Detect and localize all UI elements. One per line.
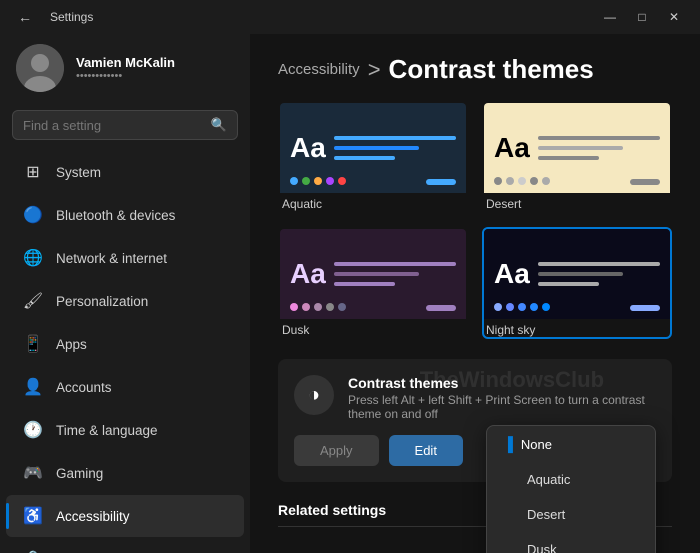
back-button[interactable]: ←	[10, 5, 40, 29]
sidebar: Vamien McKalin •••••••••••• 🔍 ⊞ System 🔵 Bl…	[0, 34, 250, 553]
theme-aa-dusk: Aa	[290, 258, 326, 290]
nav-label: Personalization	[56, 294, 148, 309]
theme-aa-desert: Aa	[494, 132, 530, 164]
breadcrumb-separator: >	[368, 57, 381, 83]
personalization-icon: 🖌	[22, 290, 44, 312]
apply-button[interactable]: Apply	[294, 435, 379, 466]
sidebar-item-personalization[interactable]: 🖌 Personalization	[6, 280, 244, 322]
titlebar: ← Settings — □ ✕	[0, 0, 700, 34]
nav-label: System	[56, 165, 101, 180]
theme-label-desert: Desert	[484, 197, 670, 211]
contrast-controls: Apply Edit ▐NoneAquaticDesertDuskNight s…	[294, 435, 656, 466]
edit-button[interactable]: Edit	[389, 435, 463, 466]
avatar	[16, 44, 64, 92]
bluetooth-icon: 🔵	[22, 204, 44, 226]
nav-label: Gaming	[56, 466, 103, 481]
maximize-button[interactable]: □	[626, 3, 658, 31]
dropdown-option-dusk[interactable]: Dusk	[487, 532, 655, 553]
accessibility-icon: ♿	[22, 505, 44, 527]
network-icon: 🌐	[22, 247, 44, 269]
privacy-icon: 🔒	[22, 548, 44, 553]
user-name: Vamien McKalin	[76, 55, 175, 70]
contrast-info: Contrast themes Press left Alt + left Sh…	[348, 375, 656, 421]
theme-grid: Aa Aquatic Aa D	[278, 101, 672, 339]
dropdown-option-aquatic[interactable]: Aquatic	[487, 462, 655, 497]
content-area: Accessibility > Contrast themes Aa Aquat…	[250, 34, 700, 553]
user-section: Vamien McKalin ••••••••••••	[0, 34, 250, 106]
dropdown-option-none[interactable]: ▐None	[487, 426, 655, 462]
contrast-desc: Press left Alt + left Shift + Print Scre…	[348, 393, 656, 421]
accounts-icon: 👤	[22, 376, 44, 398]
dropdown-option-desert[interactable]: Desert	[487, 497, 655, 532]
nav-label: Bluetooth & devices	[56, 208, 175, 223]
gaming-icon: 🎮	[22, 462, 44, 484]
sidebar-item-system[interactable]: ⊞ System	[6, 151, 244, 193]
minimize-button[interactable]: —	[594, 3, 626, 31]
search-box[interactable]: 🔍	[12, 110, 238, 140]
check-icon: ▐	[503, 436, 513, 452]
nav-label: Accounts	[56, 380, 112, 395]
apps-icon: 📱	[22, 333, 44, 355]
user-info: Vamien McKalin ••••••••••••	[76, 55, 175, 82]
system-icon: ⊞	[22, 161, 44, 183]
nav-label: Accessibility	[56, 509, 130, 524]
window-controls: — □ ✕	[594, 3, 690, 31]
theme-label-nightsky: Night sky	[484, 323, 670, 337]
nav-label: Time & language	[56, 423, 158, 438]
theme-aa-aquatic: Aa	[290, 132, 326, 164]
theme-card-aquatic[interactable]: Aa Aquatic	[278, 101, 468, 213]
contrast-section: ◑ Contrast themes Press left Alt + left …	[278, 359, 672, 482]
theme-card-dusk[interactable]: Aa Dusk	[278, 227, 468, 339]
theme-label-aquatic: Aquatic	[280, 197, 466, 211]
page-title: Contrast themes	[389, 54, 594, 85]
breadcrumb: Accessibility > Contrast themes	[278, 54, 672, 85]
sidebar-item-gaming[interactable]: 🎮 Gaming	[6, 452, 244, 494]
contrast-title: Contrast themes	[348, 375, 656, 391]
contrast-row: ◑ Contrast themes Press left Alt + left …	[294, 375, 656, 421]
app-title: Settings	[50, 10, 93, 24]
theme-card-desert[interactable]: Aa Desert	[482, 101, 672, 213]
breadcrumb-parent: Accessibility	[278, 61, 360, 78]
sidebar-item-accounts[interactable]: 👤 Accounts	[6, 366, 244, 408]
user-email: ••••••••••••	[76, 70, 175, 82]
sidebar-item-bluetooth[interactable]: 🔵 Bluetooth & devices	[6, 194, 244, 236]
theme-aa-nightsky: Aa	[494, 258, 530, 290]
theme-label-dusk: Dusk	[280, 323, 466, 337]
close-button[interactable]: ✕	[658, 3, 690, 31]
sidebar-item-apps[interactable]: 📱 Apps	[6, 323, 244, 365]
nav-label: Network & internet	[56, 251, 167, 266]
sidebar-item-time[interactable]: 🕐 Time & language	[6, 409, 244, 451]
search-icon: 🔍	[211, 117, 227, 133]
nav-label: Apps	[56, 337, 87, 352]
contrast-icon: ◑	[294, 375, 334, 415]
search-input[interactable]	[23, 118, 203, 133]
dropdown-popup: ▐NoneAquaticDesertDuskNight sky	[486, 425, 656, 553]
main-layout: Vamien McKalin •••••••••••• 🔍 ⊞ System 🔵 Bl…	[0, 34, 700, 553]
time-icon: 🕐	[22, 419, 44, 441]
nav-list: ⊞ System 🔵 Bluetooth & devices 🌐 Network & in…	[0, 150, 250, 553]
sidebar-item-accessibility[interactable]: ♿ Accessibility	[6, 495, 244, 537]
theme-card-nightsky[interactable]: Aa Night sky	[482, 227, 672, 339]
sidebar-item-privacy[interactable]: 🔒Privacy & security	[6, 538, 244, 553]
sidebar-item-network[interactable]: 🌐 Network & internet	[6, 237, 244, 279]
